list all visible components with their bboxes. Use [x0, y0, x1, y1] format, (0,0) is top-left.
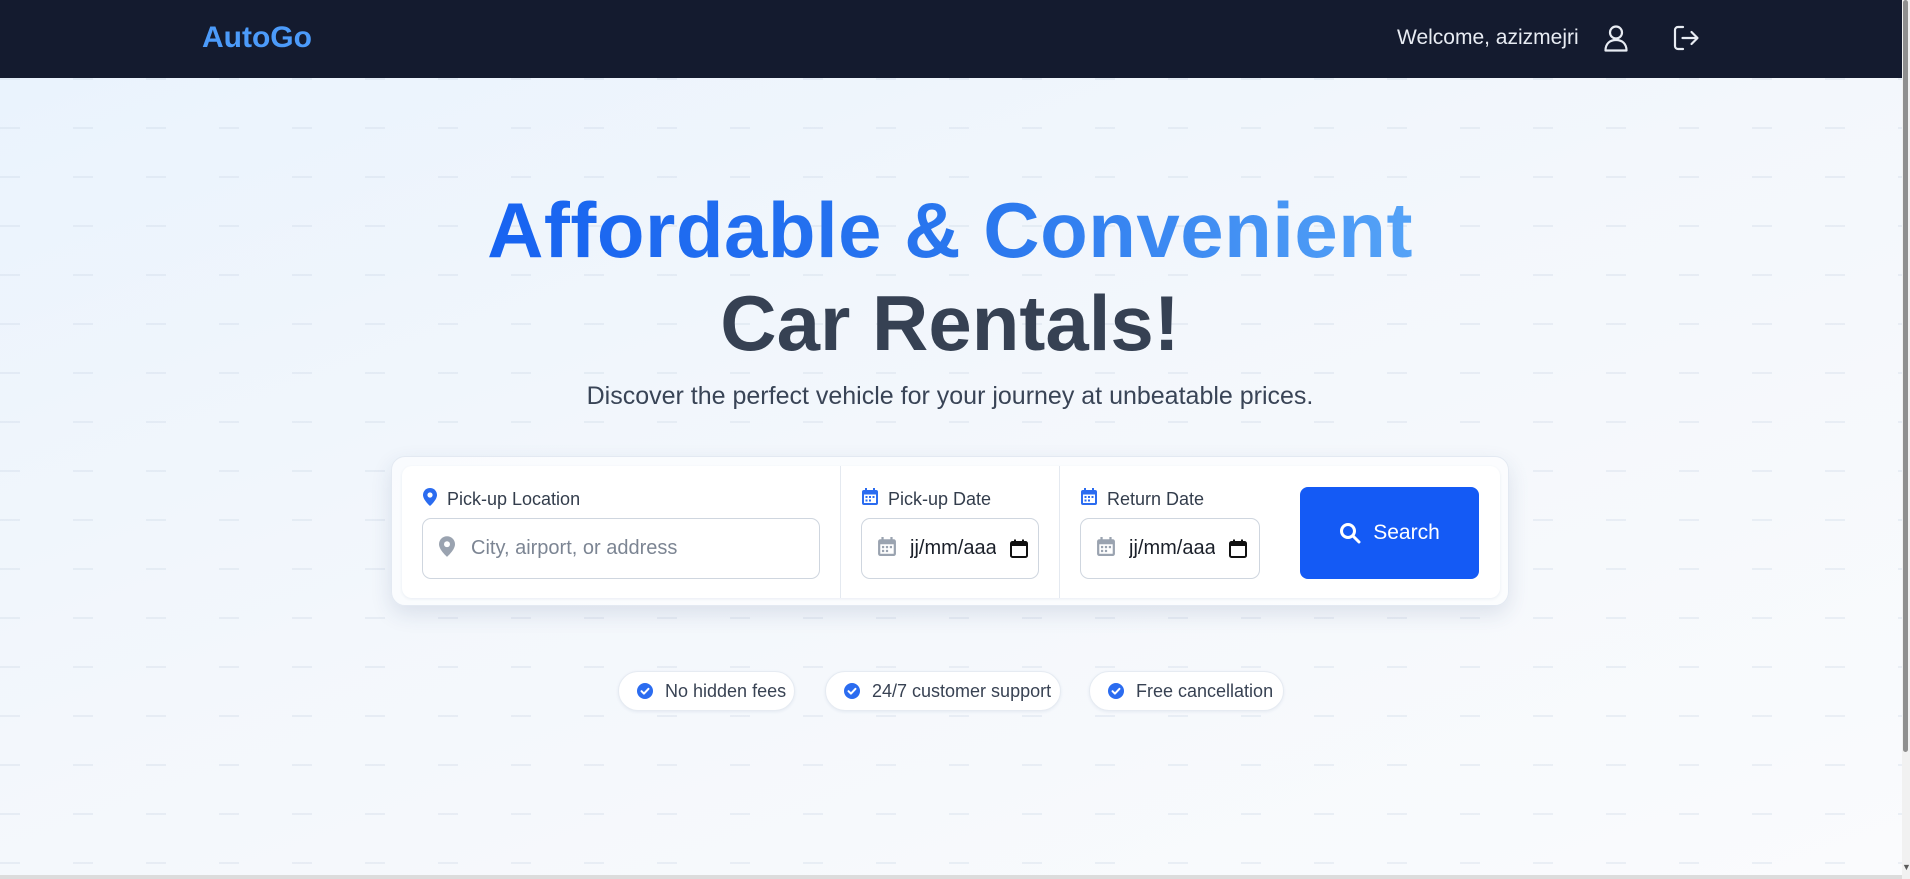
- feature-badge: 24/7 customer support: [825, 671, 1061, 711]
- check-circle-icon: [844, 683, 860, 699]
- return-date-value: jj/mm/aaaa: [1129, 537, 1215, 559]
- pickup-date-input[interactable]: jj/mm/aaaa: [861, 518, 1039, 579]
- map-pin-icon: [423, 488, 437, 511]
- pickup-date-label-text: Pick-up Date: [888, 488, 992, 509]
- return-date-input[interactable]: jj/mm/aaaa: [1080, 518, 1260, 579]
- search-icon: [1339, 522, 1361, 544]
- return-date-label: Return Date: [1081, 488, 1204, 510]
- scroll-down-arrow-icon[interactable]: ▼: [1902, 862, 1910, 874]
- search-button[interactable]: Search: [1300, 487, 1479, 579]
- search-button-label: Search: [1373, 521, 1440, 544]
- logout-icon[interactable]: [1670, 22, 1702, 54]
- calendar-icon: [878, 536, 896, 561]
- hero-subheadline: Discover the perfect vehicle for your jo…: [586, 382, 1314, 410]
- headline-gradient-text: Affordable & Convenient: [487, 186, 1413, 274]
- hero-headline-line1: Affordable & Convenient: [0, 185, 1900, 276]
- top-navbar: AutoGo Welcome, azizmejri: [0, 0, 1902, 78]
- pickup-date-label: Pick-up Date: [862, 488, 991, 510]
- feature-label: Free cancellation: [1136, 680, 1274, 701]
- pickup-date-value: jj/mm/aaaa: [910, 537, 996, 559]
- feature-label: 24/7 customer support: [872, 680, 1052, 701]
- welcome-text: Welcome, azizmejri: [1397, 26, 1579, 49]
- brand-logo[interactable]: AutoGo: [202, 21, 312, 55]
- calendar-picker-icon[interactable]: [1229, 539, 1247, 558]
- pickup-location-input[interactable]: City, airport, or address: [422, 518, 820, 579]
- calendar-icon: [1081, 488, 1097, 510]
- calendar-icon: [862, 488, 878, 510]
- return-date-label-text: Return Date: [1107, 488, 1205, 509]
- map-pin-icon: [439, 535, 455, 562]
- check-circle-icon: [637, 683, 653, 699]
- field-divider: [1059, 466, 1060, 598]
- scrollbar-thumb[interactable]: [1903, 0, 1908, 752]
- feature-label: No hidden fees: [665, 680, 787, 701]
- hero-headline-line2: Car Rentals!: [720, 279, 1180, 367]
- pickup-location-label: Pick-up Location: [423, 488, 580, 511]
- feature-badge: Free cancellation: [1089, 671, 1284, 711]
- calendar-picker-icon[interactable]: [1010, 539, 1028, 558]
- calendar-icon: [1097, 536, 1115, 561]
- field-divider: [840, 466, 841, 598]
- check-circle-icon: [1108, 683, 1124, 699]
- feature-badge: No hidden fees: [618, 671, 795, 711]
- page-bottom-edge: [0, 875, 1902, 879]
- user-icon[interactable]: [1600, 22, 1632, 54]
- pickup-location-placeholder: City, airport, or address: [471, 537, 678, 559]
- pickup-location-label-text: Pick-up Location: [447, 489, 581, 509]
